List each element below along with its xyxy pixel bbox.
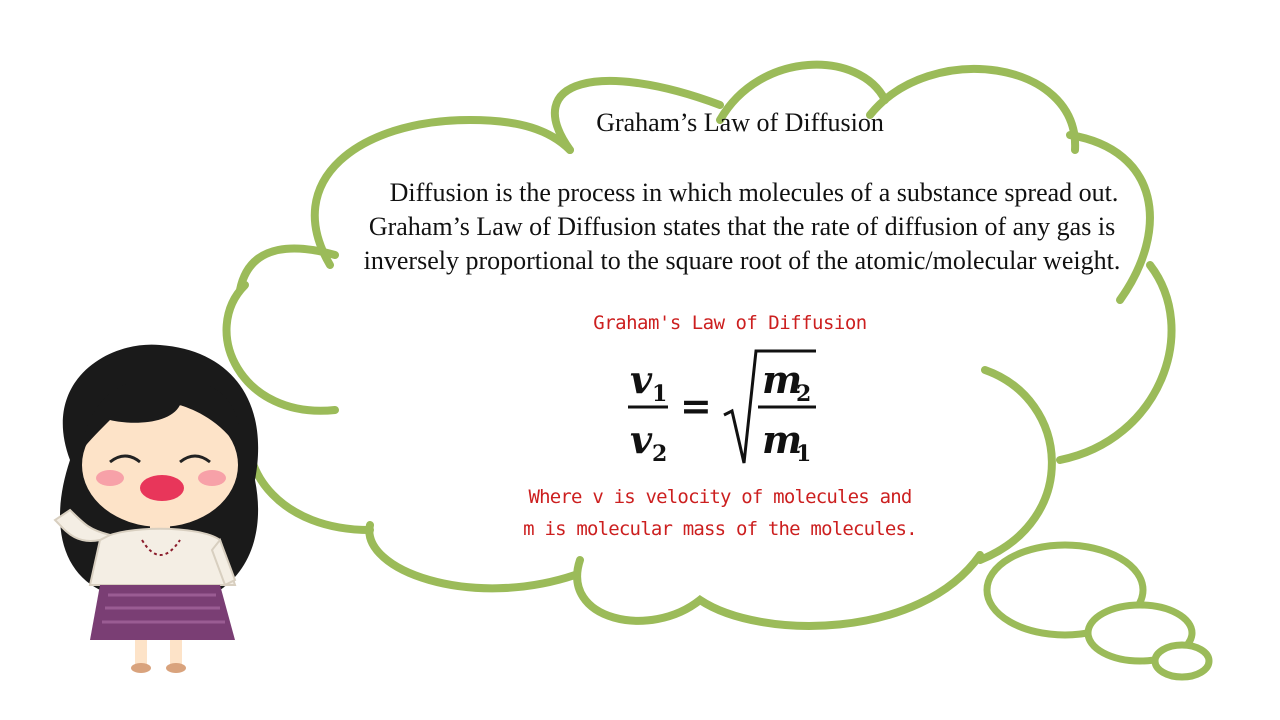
cartoon-girl-illustration xyxy=(53,344,259,673)
equals-sign: = xyxy=(680,383,712,428)
lhs-denominator: v xyxy=(630,417,653,462)
caption-line: m is molecular mass of the molecules. xyxy=(523,518,917,540)
body-paragraph: Diffusion is the process in which molecu… xyxy=(312,176,1172,278)
body-line: inversely proportional to the square roo… xyxy=(363,246,1121,275)
caption-line: Where v is velocity of molecules and xyxy=(528,486,912,508)
lhs-denominator-sub: 2 xyxy=(652,441,667,467)
body-line: Diffusion is the process in which molecu… xyxy=(389,178,1119,207)
formula-caption: Where v is velocity of molecules and m i… xyxy=(500,481,940,545)
formula-title: Graham's Law of Diffusion xyxy=(593,312,867,334)
slide-canvas: Graham’s Law of Diffusion Diffusion is t… xyxy=(0,0,1280,720)
rhs-numerator-sub: 2 xyxy=(796,381,811,407)
lhs-numerator: v xyxy=(630,357,653,402)
grahams-law-formula: v 1 v 2 = m 2 m 1 xyxy=(628,349,816,467)
body-line: Graham’s Law of Diffusion states that th… xyxy=(368,212,1116,241)
thought-bubble-small xyxy=(1151,641,1213,681)
lhs-numerator-sub: 1 xyxy=(652,381,667,407)
slide-title: Graham’s Law of Diffusion xyxy=(596,108,884,137)
rhs-denominator-sub: 1 xyxy=(796,441,811,467)
